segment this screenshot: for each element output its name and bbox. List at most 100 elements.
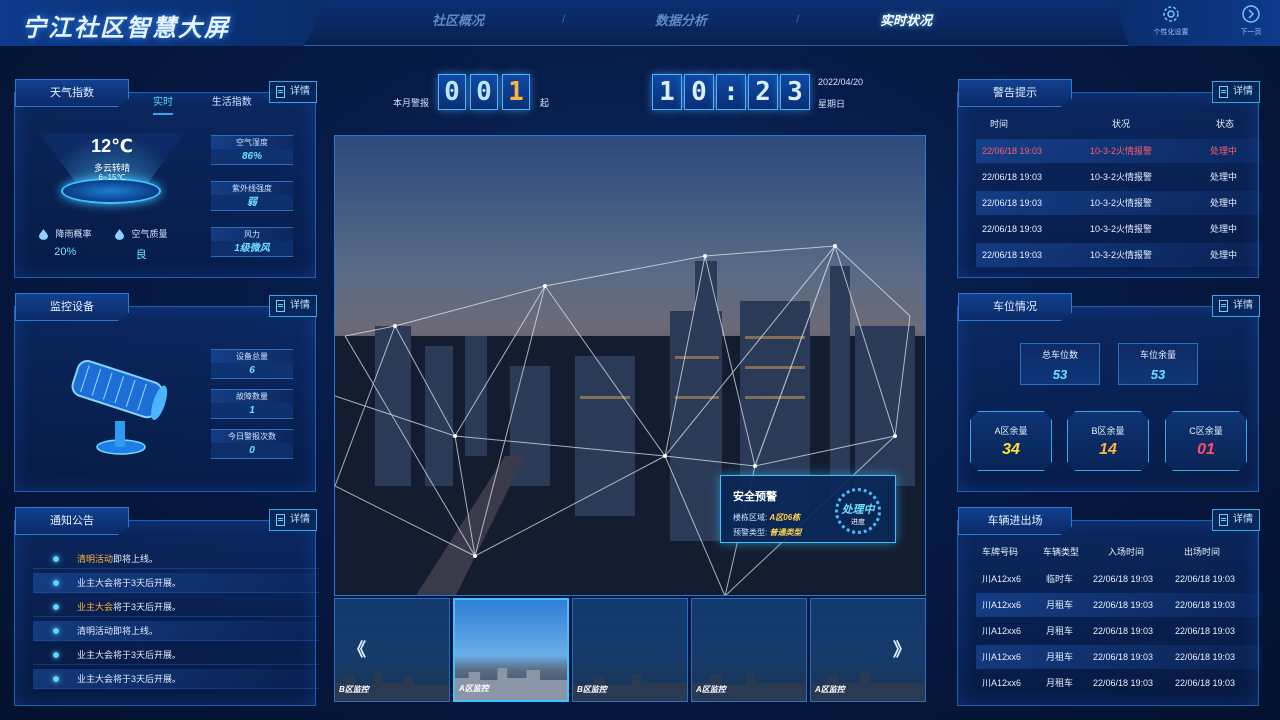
vehicles-detail-button[interactable]: 详情 [1212, 509, 1260, 531]
zone-c-label: C区余量 [1189, 426, 1223, 436]
warning-status: 处理中 [1210, 146, 1238, 156]
vehicle-entry-time: 22/06/18 19:03 [1093, 600, 1154, 610]
notice-item[interactable]: 业主大会将于3天后开展。 [33, 645, 319, 665]
thumbnail-prev-button[interactable]: 《 [348, 636, 366, 662]
skyline-thumbnail-image [692, 673, 806, 701]
detail-label: 详情 [1233, 514, 1253, 525]
camera-thumbnail[interactable]: B区监控 [572, 598, 688, 702]
security-alert-card[interactable]: 安全预警 楼栋区域: A区06栋 预警类型: 普通类型 处理中 进度 [720, 475, 896, 543]
vehicle-entry-time: 22/06/18 19:03 [1093, 574, 1154, 584]
nav-tabs: 社区概况 / 数据分析 / 实时状况 [400, 0, 1010, 40]
tab-data-analysis[interactable]: 数据分析 [655, 10, 707, 29]
zone-a-stat: A区余量 34 [970, 411, 1052, 471]
notice-text: 将于3天后开展。 [113, 602, 182, 612]
alert-area-row: 楼栋区域: A区06栋 [733, 512, 800, 523]
skyline-thumbnail-image [573, 673, 687, 701]
vehicle-row[interactable]: 川A12xx6 月租车 22/06/18 19:03 22/06/18 19:03 [976, 593, 1262, 617]
air-quality-icon [115, 229, 124, 241]
tab-weather-life-index[interactable]: 生活指数 [212, 93, 252, 113]
tab-realtime-status[interactable]: 实时状况 [880, 10, 932, 29]
tab-weather-realtime[interactable]: 实时 [153, 93, 173, 115]
alert-area-value: A区06栋 [769, 513, 801, 522]
weather-panel-title: 天气指数 [15, 79, 129, 107]
col-header-entry-time: 入场时间 [1108, 547, 1145, 557]
warning-time: 22/06/18 19:03 [982, 172, 1043, 182]
alarm-counter-label: 本月警报 [393, 98, 430, 108]
warnings-detail-button[interactable]: 详情 [1212, 81, 1260, 103]
alarm-counter-digit: 1 [502, 74, 530, 110]
vehicle-entry-time: 22/06/18 19:03 [1093, 626, 1154, 636]
vehicle-row[interactable]: 川A12xx6 月租车 22/06/18 19:03 22/06/18 19:03 [976, 619, 1262, 643]
vehicle-type: 月租车 [1046, 626, 1074, 636]
vehicles-panel: 车辆进出场 详情 车牌号码 车辆类型 入场时间 出场时间 川A12xx6 临时车 2… [957, 507, 1262, 706]
next-page-button[interactable]: 下一页 [1226, 4, 1276, 37]
zone-a-label: A区余量 [994, 426, 1028, 436]
parking-panel: 车位情况 详情 总车位数 53 车位余量 53 A区余量 34 B区余量 14 … [957, 293, 1260, 492]
vehicle-row[interactable]: 川A12xx6 月租车 22/06/18 19:03 22/06/18 19:03 [976, 645, 1262, 669]
notice-item[interactable]: 业主大会将于3天后开展。 [33, 573, 319, 593]
total-spaces-value: 53 [1052, 367, 1068, 382]
progress-ring: 处理中 进度 [835, 488, 881, 534]
warning-status: 处理中 [1210, 172, 1238, 182]
vehicle-exit-time: 22/06/18 19:03 [1175, 574, 1236, 584]
tab-community-overview[interactable]: 社区概况 [432, 10, 484, 29]
alarm-count-metric: 今日警报次数 0 [211, 429, 293, 459]
vehicle-plate: 川A12xx6 [982, 678, 1022, 688]
alert-area-label: 楼栋区域: [733, 513, 768, 522]
device-total-label: 设备总量 [211, 349, 293, 363]
fault-value: 1 [211, 403, 293, 419]
warning-row[interactable]: 22/06/18 19:03 10-3-2火情报警 处理中 [976, 191, 1262, 215]
notice-detail-button[interactable]: 详情 [269, 509, 317, 531]
warning-row[interactable]: 22/06/18 19:03 10-3-2火情报警 处理中 [976, 139, 1262, 163]
zone-c-stat: C区余量 01 [1165, 411, 1247, 471]
monitor-panel: 监控设备 详情 设备总量 6 故障数量 1 今日警报次数 0 [14, 293, 317, 492]
document-icon [276, 300, 285, 312]
vehicle-exit-time: 22/06/18 19:03 [1175, 626, 1236, 636]
camera-thumbnail[interactable]: A区监控 [691, 598, 807, 702]
vehicle-row[interactable]: 川A12xx6 月租车 22/06/18 19:03 22/06/18 19:03 [976, 671, 1262, 695]
bullet-icon [53, 556, 59, 562]
parking-detail-button[interactable]: 详情 [1212, 295, 1260, 317]
alarm-counter-unit: 起 [540, 98, 550, 108]
header-bar: 宁江社区智慧大屏 社区概况 / 数据分析 / 实时状况 个性化设置 下一页 [0, 0, 1280, 46]
current-weekday: 星期日 [818, 99, 846, 109]
vehicle-plate: 川A12xx6 [982, 626, 1022, 636]
parking-panel-title: 车位情况 [958, 293, 1072, 321]
air-label: 空气质量 [131, 229, 168, 239]
vehicle-entry-time: 22/06/18 19:03 [1093, 652, 1154, 662]
spaces-left-stat: 车位余量 53 [1118, 343, 1198, 385]
alert-status: 处理中 [841, 504, 875, 516]
settings-button[interactable]: 个性化设置 [1146, 4, 1196, 37]
detail-label: 详情 [290, 86, 310, 97]
notice-item[interactable]: 业主大会将于3天后开展。 [33, 597, 319, 617]
document-icon [1219, 514, 1228, 526]
monitor-detail-button[interactable]: 详情 [269, 295, 317, 317]
notice-item[interactable]: 清明活动即将上线。 [33, 621, 319, 641]
bullet-icon [53, 676, 59, 682]
thumbnail-caption: A区监控 [459, 684, 489, 693]
camera-thumbnail[interactable]: A区监控 [453, 598, 569, 702]
notice-text: 业主大会将于3天后开展。 [77, 674, 182, 684]
warning-row[interactable]: 22/06/18 19:03 10-3-2火情报警 处理中 [976, 217, 1262, 241]
vehicle-exit-time: 22/06/18 19:03 [1175, 600, 1236, 610]
notice-item[interactable]: 清明活动即将上线。 [33, 549, 319, 569]
zone-c-value: 01 [1197, 441, 1215, 458]
thumbnail-next-button[interactable]: 》 [893, 636, 911, 662]
vehicle-row[interactable]: 川A12xx6 临时车 22/06/18 19:03 22/06/18 19:03 [976, 567, 1262, 591]
document-icon [276, 514, 285, 526]
skyline-thumbnail-image [455, 668, 567, 700]
device-total-metric: 设备总量 6 [211, 349, 293, 379]
document-icon [1219, 300, 1228, 312]
warning-status: 处理中 [1210, 198, 1238, 208]
warning-row[interactable]: 22/06/18 19:03 10-3-2火情报警 处理中 [976, 165, 1262, 189]
warning-row[interactable]: 22/06/18 19:03 10-3-2火情报警 处理中 [976, 243, 1262, 267]
warning-event: 10-3-2火情报警 [1090, 224, 1153, 234]
app-title: 宁江社区智慧大屏 [22, 14, 230, 42]
device-total-value: 6 [211, 363, 293, 379]
vehicle-plate: 川A12xx6 [982, 574, 1022, 584]
notice-item[interactable]: 业主大会将于3天后开展。 [33, 669, 319, 689]
col-header-exit-time: 出场时间 [1184, 547, 1221, 557]
skyline-thumbnail-image [335, 671, 449, 701]
warning-time: 22/06/18 19:03 [982, 224, 1043, 234]
warning-time: 22/06/18 19:03 [982, 250, 1043, 260]
